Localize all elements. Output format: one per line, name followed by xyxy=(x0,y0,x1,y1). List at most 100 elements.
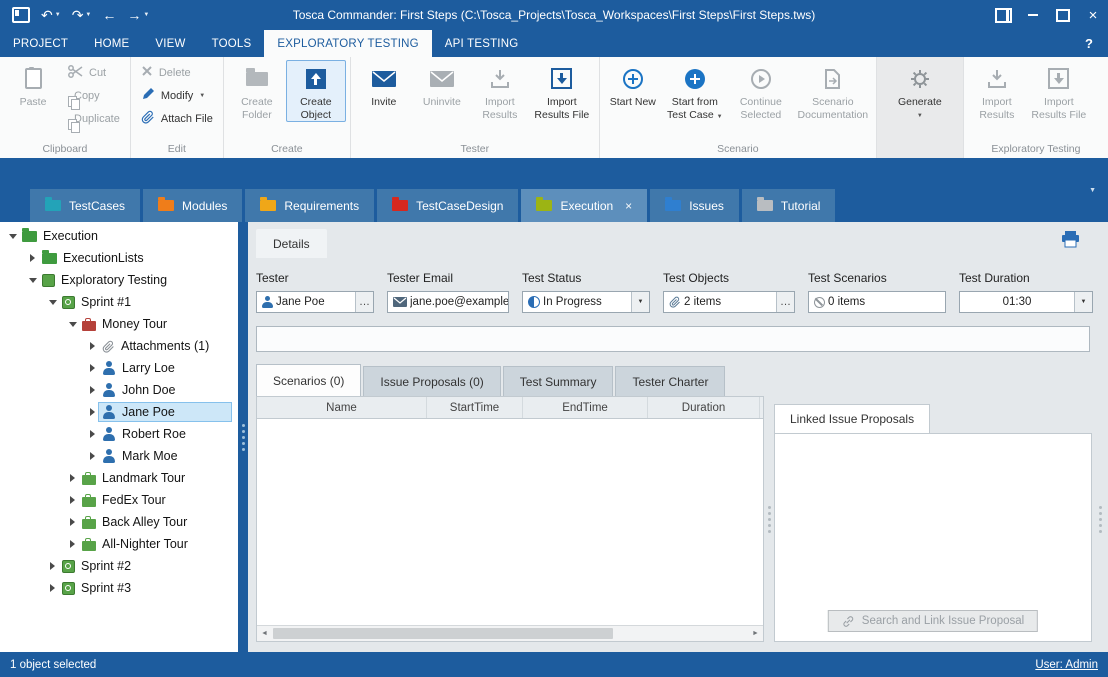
subtab-scenarios[interactable]: Scenarios (0) xyxy=(256,364,361,396)
generate-button[interactable]: Generate ▼ xyxy=(881,60,959,120)
doc-tab-issues[interactable]: Issues xyxy=(650,189,739,222)
tree-item-sprint-2[interactable]: Sprint #2 xyxy=(0,555,238,577)
start-from-test-case-button[interactable]: Start from Test Case ▼ xyxy=(662,60,728,121)
tree-item-money-tour[interactable]: Money Tour xyxy=(0,313,238,335)
tester-email-field[interactable]: jane.poe@example.c xyxy=(387,291,509,313)
paste-button[interactable]: Paste xyxy=(4,60,62,109)
subtab-issue-proposals[interactable]: Issue Proposals (0) xyxy=(363,366,500,396)
forward-dropdown-icon[interactable]: ▼ xyxy=(143,0,149,30)
expander-icon[interactable] xyxy=(26,254,39,262)
scroll-left-icon[interactable]: ◄ xyxy=(257,630,272,637)
tree-item-robert-roe[interactable]: Robert Roe xyxy=(0,423,238,445)
duplicate-button[interactable]: Duplicate xyxy=(62,108,126,129)
tree-item-jane-poe[interactable]: Jane Poe xyxy=(0,401,238,423)
expander-icon[interactable] xyxy=(86,342,99,350)
expander-icon[interactable] xyxy=(86,408,99,416)
expander-icon[interactable] xyxy=(46,300,59,305)
tree-item-john-doe[interactable]: John Doe xyxy=(0,379,238,401)
close-button[interactable]: × xyxy=(1078,0,1108,30)
expander-icon[interactable] xyxy=(66,518,79,526)
scrollbar-thumb[interactable] xyxy=(273,628,613,639)
test-scenarios-field[interactable]: 0 items xyxy=(808,291,946,313)
undo-dropdown-icon[interactable]: ▼ xyxy=(55,0,61,30)
layout-panel-button[interactable] xyxy=(988,0,1018,30)
print-button[interactable] xyxy=(1061,231,1080,253)
doc-tab-tutorial[interactable]: Tutorial xyxy=(742,189,836,222)
expander-icon[interactable] xyxy=(86,430,99,438)
expander-icon[interactable] xyxy=(86,386,99,394)
create-object-button[interactable]: Create Object xyxy=(286,60,346,122)
tab-project[interactable]: PROJECT xyxy=(0,30,81,57)
scroll-right-icon[interactable]: ► xyxy=(748,630,763,637)
linked-issue-proposals-body[interactable]: Search and Link Issue Proposal xyxy=(774,433,1092,642)
tree-item-fedex-tour[interactable]: FedEx Tour xyxy=(0,489,238,511)
tab-exploratory-testing[interactable]: EXPLORATORY TESTING xyxy=(264,30,431,57)
tester-import-results-button[interactable]: Import Results xyxy=(471,60,529,121)
tree-item-back-alley-tour[interactable]: Back Alley Tour xyxy=(0,511,238,533)
details-notes-input[interactable] xyxy=(256,326,1090,352)
attach-file-button[interactable]: Attach File xyxy=(135,108,219,129)
test-status-select[interactable]: In Progress ▼ xyxy=(522,291,650,313)
start-new-button[interactable]: Start New xyxy=(604,60,662,109)
doc-tab-requirements[interactable]: Requirements xyxy=(245,189,374,222)
test-duration-dropdown-icon[interactable]: ▼ xyxy=(1074,292,1092,312)
doc-tab-execution[interactable]: Execution × xyxy=(521,189,647,222)
tab-view[interactable]: VIEW xyxy=(142,30,198,57)
maximize-button[interactable] xyxy=(1048,0,1078,30)
delete-button[interactable]: Delete xyxy=(135,62,219,83)
tree-item-all-nighter-tour[interactable]: All-Nighter Tour xyxy=(0,533,238,555)
subtab-tester-charter[interactable]: Tester Charter xyxy=(615,366,725,396)
test-duration-select[interactable]: 01:30 ▼ xyxy=(959,291,1093,313)
redo-button[interactable]: ↷▼ xyxy=(68,0,96,30)
undo-button[interactable]: ↶▼ xyxy=(37,0,65,30)
help-button[interactable]: ? xyxy=(1070,30,1108,57)
expander-icon[interactable] xyxy=(66,322,79,327)
column-starttime[interactable]: StartTime xyxy=(427,397,523,418)
doc-tab-modules[interactable]: Modules xyxy=(143,189,242,222)
start-from-test-case-dropdown-icon[interactable]: ▼ xyxy=(717,114,723,120)
tree-item-exploratory-testing[interactable]: Exploratory Testing xyxy=(0,269,238,291)
tab-api-testing[interactable]: API TESTING xyxy=(432,30,532,57)
subtab-test-summary[interactable]: Test Summary xyxy=(503,366,614,396)
et-import-results-file-button[interactable]: Import Results File xyxy=(1026,60,1092,121)
expander-icon[interactable] xyxy=(86,452,99,460)
expander-icon[interactable] xyxy=(86,364,99,372)
right-splitter[interactable] xyxy=(1092,396,1108,642)
test-objects-browse-button[interactable]: … xyxy=(776,292,794,312)
tree-item-larry-loe[interactable]: Larry Loe xyxy=(0,357,238,379)
expander-icon[interactable] xyxy=(66,474,79,482)
tree-item-sprint-1[interactable]: Sprint #1 xyxy=(0,291,238,313)
modify-button[interactable]: Modify ▼ xyxy=(135,85,219,106)
copy-button[interactable]: Copy xyxy=(62,85,126,106)
tab-tools[interactable]: TOOLS xyxy=(199,30,265,57)
tree-item-sprint-3[interactable]: Sprint #3 xyxy=(0,577,238,599)
test-status-dropdown-icon[interactable]: ▼ xyxy=(631,292,649,312)
expander-icon[interactable] xyxy=(46,562,59,570)
expander-icon[interactable] xyxy=(6,234,19,239)
redo-dropdown-icon[interactable]: ▼ xyxy=(85,0,91,30)
table-splitter[interactable] xyxy=(764,396,774,642)
tree-splitter[interactable] xyxy=(238,222,248,652)
uninvite-button[interactable]: Uninvite xyxy=(413,60,471,109)
tester-browse-button[interactable]: … xyxy=(355,292,373,312)
expander-icon[interactable] xyxy=(66,540,79,548)
navigate-forward-button[interactable]: →▼ xyxy=(123,0,153,30)
tester-field[interactable]: Jane Poe … xyxy=(256,291,374,313)
search-and-link-issue-proposal-button[interactable]: Search and Link Issue Proposal xyxy=(828,610,1038,632)
continue-selected-button[interactable]: Continue Selected xyxy=(728,60,794,121)
column-name[interactable]: Name xyxy=(257,397,427,418)
minimize-button[interactable] xyxy=(1018,0,1048,30)
expander-icon[interactable] xyxy=(66,496,79,504)
tree-item-landmark-tour[interactable]: Landmark Tour xyxy=(0,467,238,489)
modify-dropdown-icon[interactable]: ▼ xyxy=(199,93,205,99)
generate-dropdown-icon[interactable]: ▼ xyxy=(917,113,923,120)
tab-list-dropdown-icon[interactable]: ▼ xyxy=(1089,187,1096,194)
doc-tab-testcases[interactable]: TestCases xyxy=(30,189,140,222)
horizontal-scrollbar[interactable]: ◄ ► xyxy=(257,625,763,641)
linked-issue-proposals-tab[interactable]: Linked Issue Proposals xyxy=(774,404,930,433)
navigate-back-button[interactable]: ← xyxy=(98,0,120,30)
close-tab-icon[interactable]: × xyxy=(625,199,632,213)
tree-item-executionlists[interactable]: ExecutionLists xyxy=(0,247,238,269)
doc-tab-testcasedesign[interactable]: TestCaseDesign xyxy=(377,189,518,222)
create-folder-button[interactable]: Create Folder xyxy=(228,60,286,121)
